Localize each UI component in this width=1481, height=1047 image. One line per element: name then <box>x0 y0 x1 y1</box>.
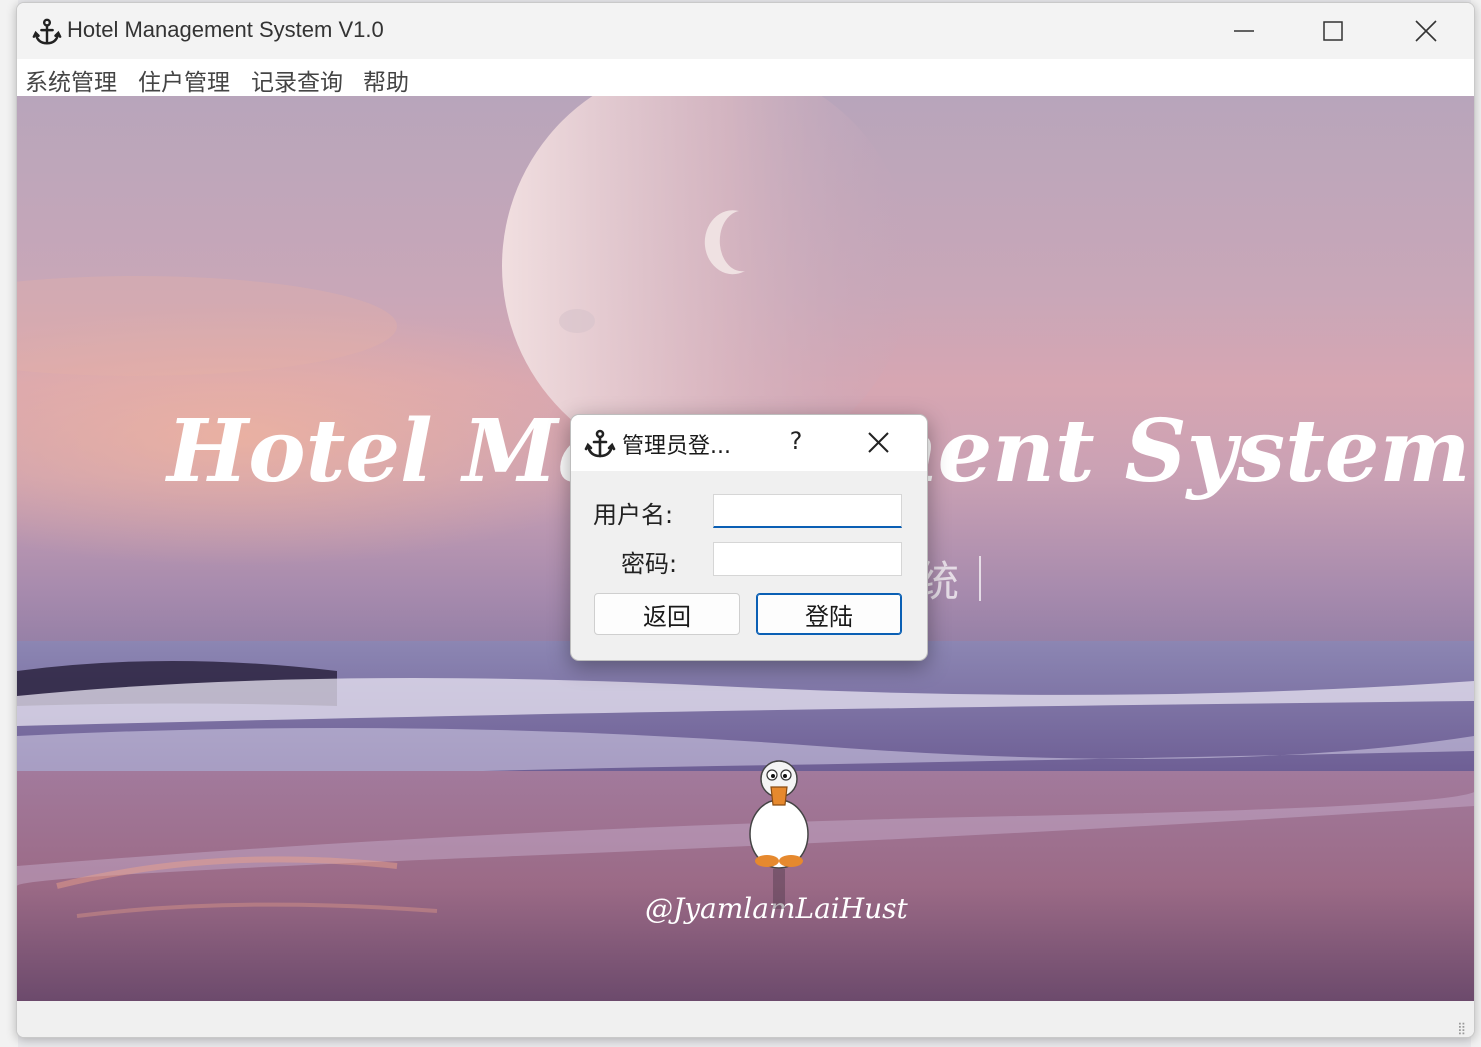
username-label: 用户名: <box>593 501 674 529</box>
close-icon <box>1415 20 1437 42</box>
minimize-button[interactable] <box>1221 11 1267 51</box>
anchor-icon <box>32 18 62 45</box>
title-bar[interactable]: Hotel Management System V1.0 <box>17 3 1474 59</box>
minimize-icon <box>1234 30 1254 32</box>
login-button[interactable]: 登陆 <box>756 593 902 635</box>
username-input[interactable] <box>713 494 902 528</box>
dialog-title: 管理员登... <box>622 434 731 459</box>
dialog-title-bar[interactable]: 管理员登... ? <box>571 415 927 471</box>
menu-resident-management[interactable]: 住户管理 <box>138 63 230 97</box>
close-button[interactable] <box>1403 11 1449 51</box>
menu-system-management[interactable]: 系统管理 <box>25 63 117 97</box>
menu-records-query[interactable]: 记录查询 <box>251 63 343 97</box>
close-icon <box>868 432 889 453</box>
maximize-button[interactable] <box>1310 11 1356 51</box>
resize-grip-icon[interactable]: ⣿ <box>1457 1021 1466 1035</box>
help-button[interactable]: ? <box>781 427 811 455</box>
menu-bar: 系统管理 住户管理 记录查询 帮助 <box>17 59 1474 96</box>
window-title: Hotel Management System V1.0 <box>67 17 384 42</box>
status-bar: ⣿ <box>17 1001 1474 1037</box>
password-input[interactable] <box>713 542 902 576</box>
back-button[interactable]: 返回 <box>594 593 740 635</box>
anchor-icon <box>584 429 616 458</box>
menu-help[interactable]: 帮助 <box>363 63 409 97</box>
password-label: 密码: <box>621 550 678 578</box>
admin-login-dialog: 管理员登... ? 用户名: 密码: 返回 登陆 <box>570 414 928 661</box>
dialog-close-button[interactable] <box>859 425 899 461</box>
maximize-icon <box>1323 21 1343 41</box>
